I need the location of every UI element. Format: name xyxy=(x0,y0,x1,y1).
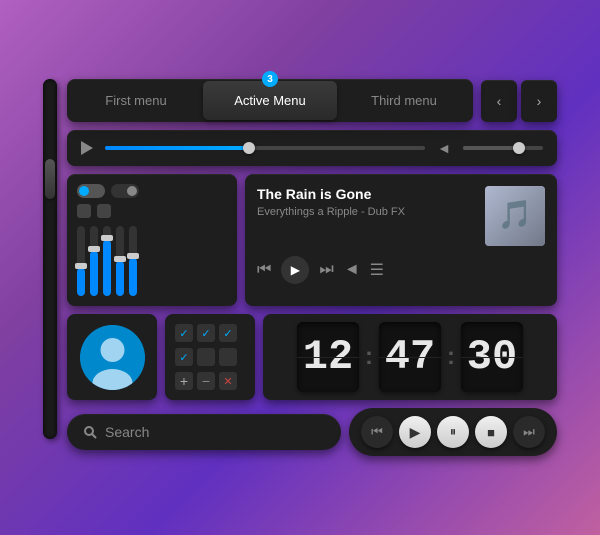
search-box[interactable]: Search xyxy=(67,414,341,450)
mixer-square-1[interactable] xyxy=(77,204,91,218)
svg-text:🎵: 🎵 xyxy=(498,199,533,230)
search-row: Search ⏮ ▶ ⏸ ■ ⏭ xyxy=(67,408,557,456)
progress-thumb[interactable] xyxy=(243,142,255,154)
ui-container: 3 First menu Active Menu Third menu ‹ › … xyxy=(43,79,557,456)
search-icon xyxy=(83,425,97,439)
nav-next-button[interactable]: › xyxy=(521,80,557,122)
cb-row-2: ✓ xyxy=(175,348,245,366)
media-btn-forward[interactable]: ⏭ xyxy=(513,416,545,448)
media-title: The Rain is Gone xyxy=(257,186,475,202)
cb-row-3: + − ✕ xyxy=(175,372,245,390)
media-volume-button[interactable]: ◄ xyxy=(344,261,360,279)
media-controls: ⏮ ▶ ⏭ ◄ ☰ xyxy=(257,256,545,284)
volume-thumb[interactable] xyxy=(513,142,525,154)
countdown-sep-1: : xyxy=(365,343,373,371)
cb-minus[interactable]: − xyxy=(197,372,215,390)
cb-ex[interactable]: ✕ xyxy=(219,372,237,390)
countdown-minutes: 47 xyxy=(379,322,441,392)
media-btn-play[interactable]: ▶ xyxy=(399,416,431,448)
progress-fill xyxy=(105,146,249,150)
vertical-scrollbar[interactable] xyxy=(43,79,57,439)
mixer-panel xyxy=(67,174,237,306)
countdown-sep-2: : xyxy=(447,343,455,371)
nav-prev-button[interactable]: ‹ xyxy=(481,80,517,122)
checkbox-2[interactable]: ✓ xyxy=(197,324,215,342)
countdown-hours: 12 xyxy=(297,322,359,392)
toggle-row-2 xyxy=(77,204,227,218)
progress-track[interactable] xyxy=(105,146,425,150)
avatar xyxy=(80,325,145,390)
fader-5[interactable] xyxy=(129,226,137,296)
checkbox-5[interactable] xyxy=(197,348,215,366)
toggle-row-1 xyxy=(77,184,227,198)
cb-row-1: ✓ ✓ ✓ xyxy=(175,324,245,342)
fader-3[interactable] xyxy=(103,226,111,296)
checkbox-1[interactable]: ✓ xyxy=(175,324,193,342)
playbar-play-icon[interactable] xyxy=(81,141,93,155)
bottom-row: ✓ ✓ ✓ ✓ + − ✕ 12 : 47 xyxy=(67,314,557,400)
playbar: ◄ xyxy=(67,130,557,166)
nav-menu: 3 First menu Active Menu Third menu xyxy=(67,79,473,122)
nav-item-third[interactable]: Third menu xyxy=(337,81,471,120)
cb-plus[interactable]: + xyxy=(175,372,193,390)
avatar-panel xyxy=(67,314,157,400)
media-player: The Rain is Gone Everythings a Ripple - … xyxy=(245,174,557,306)
toggle-2[interactable] xyxy=(111,184,139,198)
media-album-art: 🎵 xyxy=(485,186,545,246)
media-text: The Rain is Gone Everythings a Ripple - … xyxy=(257,186,475,218)
checkbox-3[interactable]: ✓ xyxy=(219,324,237,342)
toggle-1[interactable] xyxy=(77,184,105,198)
nav-item-first[interactable]: First menu xyxy=(69,81,203,120)
checkbox-6[interactable] xyxy=(219,348,237,366)
mixer-square-2[interactable] xyxy=(97,204,111,218)
countdown-panel: 12 : 47 : 30 xyxy=(263,314,557,400)
nav-row: 3 First menu Active Menu Third menu ‹ › xyxy=(67,79,557,122)
media-btn-stop[interactable]: ■ xyxy=(475,416,507,448)
media-info-row: The Rain is Gone Everythings a Ripple - … xyxy=(257,186,545,246)
middle-row: The Rain is Gone Everythings a Ripple - … xyxy=(67,174,557,306)
volume-fill xyxy=(463,146,519,150)
checkbox-4[interactable]: ✓ xyxy=(175,348,193,366)
countdown-seconds: 30 xyxy=(461,322,523,392)
mixer-faders xyxy=(77,226,227,296)
fader-1[interactable] xyxy=(77,226,85,296)
media-play-button[interactable]: ▶ xyxy=(281,256,309,284)
main-panel: 3 First menu Active Menu Third menu ‹ › … xyxy=(67,79,557,456)
media-forward-button[interactable]: ⏭ xyxy=(319,261,333,279)
nav-arrows: ‹ › xyxy=(481,80,557,122)
fader-4[interactable] xyxy=(116,226,124,296)
media-menu-button[interactable]: ☰ xyxy=(370,260,384,280)
volume-icon: ◄ xyxy=(437,140,451,156)
search-placeholder: Search xyxy=(105,424,149,440)
scrollbar-thumb[interactable] xyxy=(45,159,55,199)
fader-2[interactable] xyxy=(90,226,98,296)
checkbox-panel: ✓ ✓ ✓ ✓ + − ✕ xyxy=(165,314,255,400)
volume-track[interactable] xyxy=(463,146,543,150)
media-btn-pause[interactable]: ⏸ xyxy=(437,416,469,448)
mixer-toggles xyxy=(77,184,227,218)
media-buttons-panel: ⏮ ▶ ⏸ ■ ⏭ xyxy=(349,408,557,456)
nav-badge: 3 xyxy=(262,71,278,87)
media-btn-rewind[interactable]: ⏮ xyxy=(361,416,393,448)
media-subtitle: Everythings a Ripple - Dub FX xyxy=(257,206,475,218)
media-rewind-button[interactable]: ⏮ xyxy=(257,261,271,279)
